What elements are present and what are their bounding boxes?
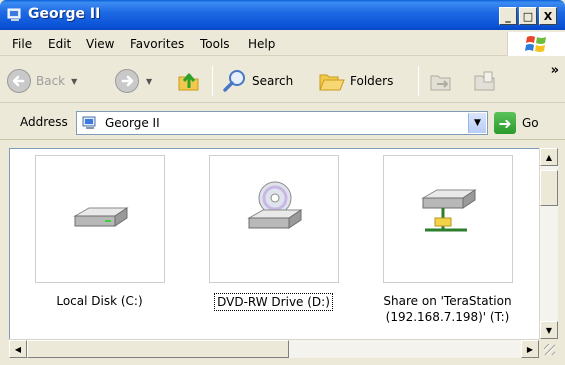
toolbar-separator <box>212 66 213 96</box>
folders-button[interactable]: Folders <box>318 68 393 94</box>
window-title: George II <box>28 6 101 22</box>
address-bar: Address George II ▼ ➜ Go <box>0 104 565 140</box>
drive-item-local-disk[interactable]: Local Disk (C:) <box>12 155 187 309</box>
title-bar[interactable]: George II _ □ X <box>0 0 565 30</box>
item-label: Share on 'TeraStation (192.168.7.198)' (… <box>381 293 513 325</box>
menu-tools[interactable]: Tools <box>200 37 230 51</box>
toolbar-separator <box>418 66 419 96</box>
scroll-thumb[interactable] <box>540 170 558 206</box>
close-button[interactable]: X <box>539 7 557 25</box>
back-button[interactable]: Back ▼ <box>6 68 77 94</box>
vertical-scrollbar[interactable]: ▲ ▼ <box>539 148 558 339</box>
caption-buttons: _ □ X <box>499 7 557 25</box>
scroll-down-arrow-icon[interactable]: ▼ <box>540 321 558 339</box>
up-folder-button[interactable] <box>176 68 202 94</box>
go-arrow-icon: ➜ <box>494 112 516 134</box>
menu-bar: File Edit View Favorites Tools Help <box>0 32 565 56</box>
resize-grip[interactable] <box>539 339 558 358</box>
address-label: Address <box>20 115 68 129</box>
scroll-up-arrow-icon[interactable]: ▲ <box>540 148 558 166</box>
scroll-left-arrow-icon[interactable]: ◀ <box>9 340 27 358</box>
windows-logo <box>507 32 565 56</box>
move-to-button[interactable] <box>428 68 454 94</box>
standard-toolbar: Back ▼ ▼ Search Folders » <box>0 57 565 103</box>
chevron-down-icon[interactable]: ▼ <box>71 77 77 86</box>
file-view[interactable]: Local Disk (C:) DVD-RW Drive (D:) Share … <box>9 148 539 339</box>
drive-item-dvd[interactable]: DVD-RW Drive (D:) <box>186 155 361 311</box>
search-button[interactable]: Search <box>222 68 293 94</box>
chevron-down-icon[interactable]: ▼ <box>468 113 486 133</box>
explorer-window: George II _ □ X File Edit View Favorites… <box>0 0 565 365</box>
thumbnail-frame <box>208 155 339 283</box>
drive-item-network-share[interactable]: Share on 'TeraStation (192.168.7.198)' (… <box>360 155 535 325</box>
folders-icon <box>319 74 345 91</box>
copy-to-button[interactable] <box>472 68 498 94</box>
menu-file[interactable]: File <box>12 37 32 51</box>
menu-favorites[interactable]: Favorites <box>130 37 184 51</box>
item-label: Local Disk (C:) <box>56 294 143 308</box>
thumbnail-frame <box>34 155 165 283</box>
back-arrow-icon <box>7 69 31 93</box>
scroll-thumb[interactable] <box>27 340 289 358</box>
thumbnail-frame <box>382 155 513 283</box>
maximize-button[interactable]: □ <box>519 7 537 25</box>
item-label-line: Share on 'TeraStation <box>383 294 512 308</box>
minimize-button[interactable]: _ <box>499 7 517 25</box>
move-to-icon <box>430 75 451 91</box>
folders-label: Folders <box>350 74 394 88</box>
search-icon <box>223 70 245 92</box>
forward-arrow-icon <box>115 69 139 93</box>
chevron-down-icon[interactable]: ▼ <box>146 77 152 86</box>
computer-icon <box>7 8 21 21</box>
go-label: Go <box>522 116 539 130</box>
copy-to-icon <box>474 71 495 91</box>
windows-flag-icon <box>525 36 546 52</box>
forward-button[interactable]: ▼ <box>114 68 152 94</box>
address-input[interactable]: George II ▼ <box>76 111 488 135</box>
dvd-drive-icon <box>246 181 303 229</box>
search-label: Search <box>252 74 294 88</box>
hard-disk-icon <box>72 207 129 227</box>
address-value: George II <box>105 116 160 130</box>
menu-help[interactable]: Help <box>248 37 275 51</box>
network-drive-icon <box>420 189 477 232</box>
menu-view[interactable]: View <box>86 37 114 51</box>
scroll-right-arrow-icon[interactable]: ▶ <box>521 340 539 358</box>
window-frame <box>0 358 565 365</box>
back-label: Back <box>36 74 66 88</box>
go-button[interactable]: ➜ Go <box>494 111 539 135</box>
toolbar-overflow-chevron[interactable]: » <box>551 63 559 78</box>
menu-edit[interactable]: Edit <box>48 37 71 51</box>
up-folder-icon <box>178 73 199 91</box>
computer-icon <box>82 116 96 129</box>
item-label: DVD-RW Drive (D:) <box>214 293 333 311</box>
item-label-line: (192.168.7.198)' (T:) <box>385 310 510 324</box>
horizontal-scrollbar[interactable]: ◀ ▶ <box>9 339 539 358</box>
